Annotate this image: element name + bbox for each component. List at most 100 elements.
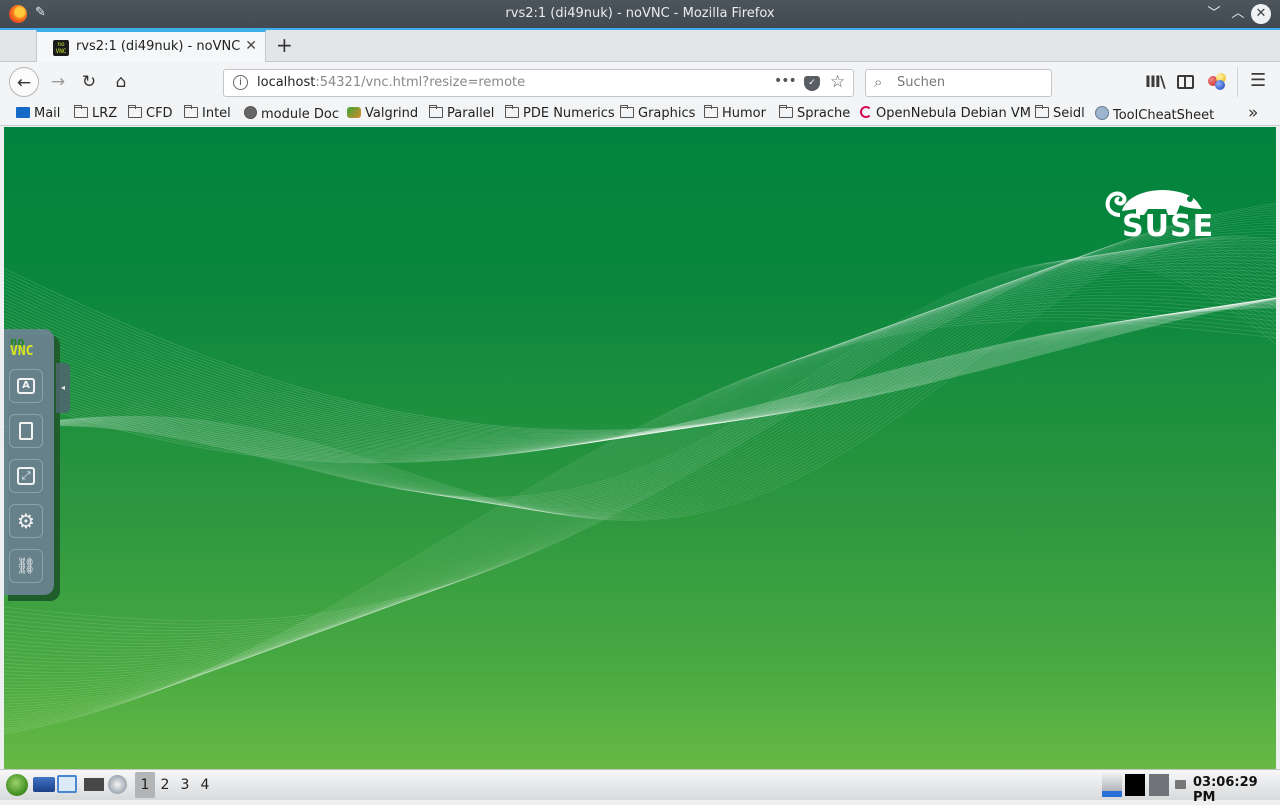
globe-icon [244,106,257,119]
window-list-icon[interactable] [57,775,77,793]
start-menu-icon[interactable] [6,774,28,796]
new-tab-button[interactable]: + [276,33,293,57]
extra-keys-button[interactable]: A [9,369,43,403]
back-button[interactable]: ← [9,67,39,97]
control-bar-panel: no VNC A ⤢ ⚙ ⛓ [4,329,54,595]
wave-line [4,297,1276,440]
bookmark-star-icon[interactable]: ☆ [830,72,845,92]
folder-icon [184,105,198,118]
close-window-button[interactable]: ✕ [1251,4,1271,24]
bookmark-parallel[interactable]: Parallel [429,105,495,121]
hamburger-menu-icon[interactable]: ☰ [1250,70,1266,91]
vnc-remote-desktop[interactable]: SUSE no VNC A ⤢ ⚙ ⛓ ◂ [4,127,1276,769]
suse-wordmark: SUSE [1122,209,1215,244]
bookmark-opennebula-debian-vm[interactable]: OpenNebula Debian VM [860,106,1031,121]
bookmark-module-doc[interactable]: module Doc [244,106,339,122]
bookmark-label: OpenNebula Debian VM [876,106,1031,121]
wave-line [4,299,1276,450]
clipboard-button[interactable] [9,414,43,448]
wave-line [4,237,1276,663]
library-icon[interactable]: III\ [1145,72,1166,91]
settings-button[interactable]: ⚙ [9,504,43,538]
monitor-widget-black[interactable] [1125,774,1145,796]
bookmark-graphics[interactable]: Graphics [620,105,696,121]
tab-novnc[interactable]: no VNC rvs2:1 (di49nuk) - noVNC ✕ [36,30,266,62]
outlook-mail-icon [16,107,30,118]
control-bar-handle[interactable]: ◂ [56,363,70,413]
home-button[interactable]: ⌂ [106,67,136,97]
bookmark-label: ToolCheatSheet [1113,108,1215,123]
tab-close-button[interactable]: ✕ [245,38,257,54]
bookmark-label: Parallel [447,106,495,121]
terminal-icon[interactable] [84,778,104,791]
bookmark-valgrind[interactable]: Valgrind [347,106,418,121]
bookmark-label: Valgrind [365,106,419,121]
wave-line [4,243,1276,670]
page-actions-icon[interactable]: ••• [774,73,797,89]
bookmark-label: Humor [722,106,766,121]
maximize-button[interactable]: ︿ [1228,4,1248,24]
bookmarks-overflow-chevron-icon[interactable]: » [1248,103,1258,123]
reload-button[interactable]: ↻ [74,67,104,97]
bookmark-intel[interactable]: Intel [184,105,231,121]
search-input[interactable] [897,75,1047,90]
cpu-monitor-graph[interactable] [1102,773,1122,797]
bookmark-label: Graphics [638,106,696,121]
bookmark-label: PDE Numerics [523,106,615,121]
wave-line [4,253,1276,680]
wave-line [4,291,1276,716]
wave-line [4,245,1276,512]
folder-icon [505,105,519,118]
workspace-1[interactable]: 1 [135,772,155,798]
novnc-logo-vnc: VNC [10,344,34,359]
bookmark-label: Seidl [1053,106,1085,121]
novnc-logo: no VNC [10,336,34,359]
disconnect-button[interactable]: ⛓ [9,549,43,583]
keyboard-key-icon: A [17,378,35,394]
folder-icon [620,105,634,118]
bookmark-label: Mail [34,106,61,121]
bookmark-sprache[interactable]: Sprache [779,105,850,121]
folder-icon [1035,105,1049,118]
valgrind-icon [347,107,361,118]
extension-icon[interactable] [1208,73,1228,91]
fullscreen-button[interactable]: ⤢ [9,459,43,493]
toolbar-separator [1237,67,1238,97]
bookmark-cfd[interactable]: CFD [128,105,173,121]
sidebar-toggle-icon[interactable] [1177,75,1194,89]
forward-button[interactable]: → [43,67,73,97]
novnc-favicon-icon: no VNC [53,40,69,56]
taskbar-clock[interactable]: 03:06:29 PM [1193,775,1280,805]
bookmark-pde-numerics[interactable]: PDE Numerics [505,105,615,121]
url-text[interactable]: localhost:54321/vnc.html?resize=remote [257,75,525,90]
minimize-button[interactable]: ﹀ [1204,4,1224,24]
workspace-4[interactable]: 4 [195,772,215,798]
show-desktop-icon[interactable] [33,777,55,792]
tray-expand-icon[interactable] [1175,780,1186,789]
search-bar[interactable]: ⌕ [865,69,1052,97]
bookmark-label: LRZ [92,106,118,121]
pocket-icon[interactable]: ✓ [804,76,820,91]
workspace-2[interactable]: 2 [155,772,175,798]
wave-line [4,258,1276,500]
workspace-3[interactable]: 3 [175,772,195,798]
site-info-icon[interactable]: i [233,75,248,90]
wave-background-pattern [4,203,1276,735]
url-bar[interactable]: i localhost:54321/vnc.html?resize=remote… [223,69,854,97]
wave-line [4,238,1276,519]
desktop-taskbar: 1 2 3 4 03:06:29 PM [0,769,1280,805]
web-browser-icon[interactable] [108,775,127,794]
gear-icon: ⚙ [17,509,35,533]
bookmark-toolcheatsheet[interactable]: ToolCheatSheet [1095,106,1214,123]
monitor-widget-gray[interactable] [1149,774,1169,796]
url-path: :54321/vnc.html?resize=remote [315,75,526,90]
wave-line [4,249,1276,676]
bookmark-mail[interactable]: Mail [16,106,60,121]
folder-icon [779,105,793,118]
bookmark-lrz[interactable]: LRZ [74,105,118,121]
wave-line [4,314,1276,731]
bookmark-seidl[interactable]: Seidl [1035,105,1085,121]
url-host: localhost [257,75,316,90]
wave-line [4,256,1276,683]
bookmark-humor[interactable]: Humor [704,105,766,121]
